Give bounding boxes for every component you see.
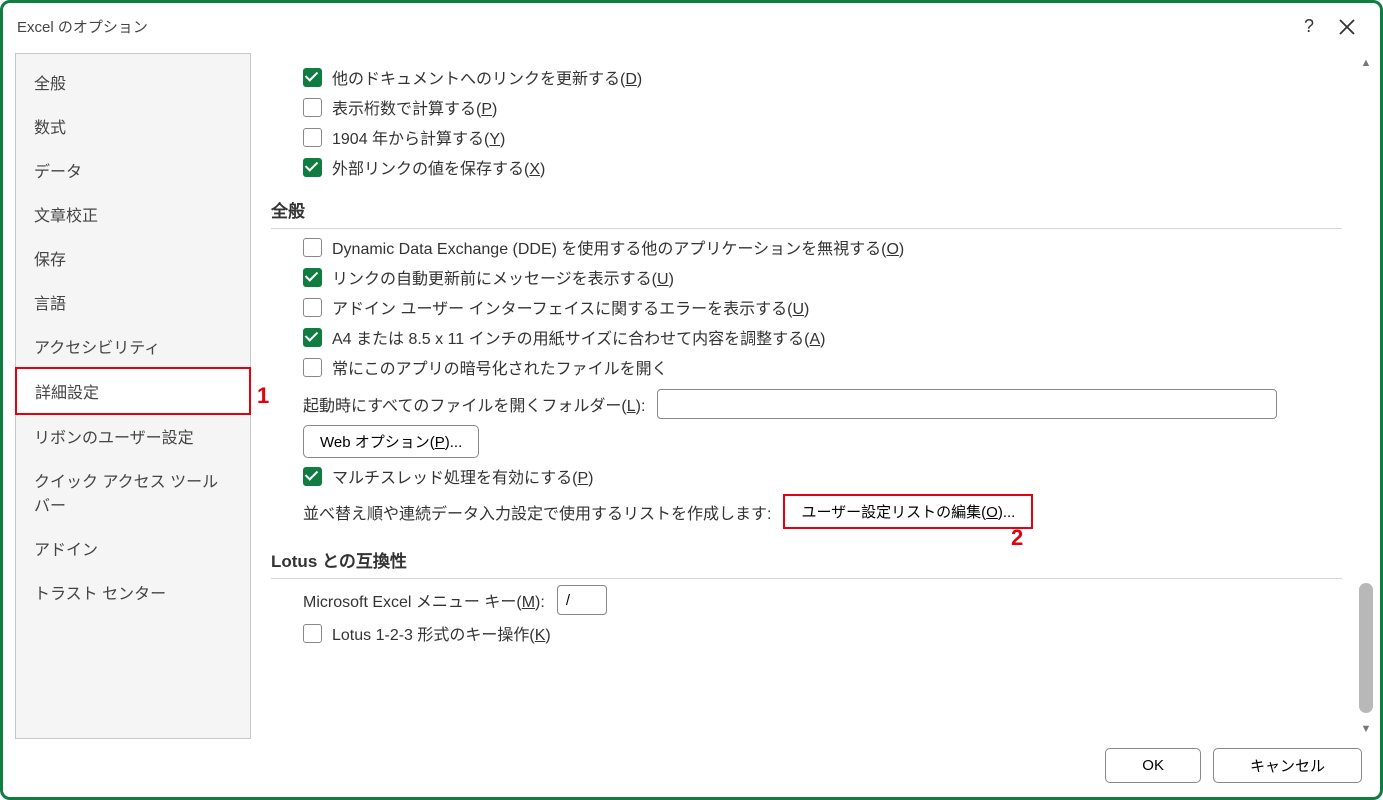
cb-label: マルチスレッド処理を有効にする(P) bbox=[332, 464, 594, 488]
cb-save-ext-links[interactable] bbox=[303, 158, 322, 177]
web-options-button[interactable]: Web オプション(P)... bbox=[303, 425, 479, 458]
cb-addin-ui-errors[interactable] bbox=[303, 298, 322, 317]
scroll-down-icon[interactable]: ▼ bbox=[1356, 719, 1376, 739]
cb-scale-a4[interactable] bbox=[303, 328, 322, 347]
sidebar-item-label: 全般 bbox=[34, 76, 66, 93]
sidebar-item-qat[interactable]: クイック アクセス ツール バー bbox=[16, 458, 250, 526]
help-button[interactable]: ? bbox=[1290, 11, 1328, 43]
cb-label: アドイン ユーザー インターフェイスに関するエラーを表示する(U) bbox=[332, 295, 809, 319]
sidebar-item-label: クイック アクセス ツール バー bbox=[34, 474, 218, 515]
cb-label: Dynamic Data Exchange (DDE) を使用する他のアプリケー… bbox=[332, 235, 904, 259]
section-header-general: 全般 bbox=[271, 197, 1342, 229]
sidebar-item-trust[interactable]: トラスト センター bbox=[16, 570, 250, 614]
cancel-button[interactable]: キャンセル bbox=[1213, 748, 1362, 783]
close-icon bbox=[1339, 19, 1355, 35]
cb-1904[interactable] bbox=[303, 128, 322, 147]
cb-lotus-keys[interactable] bbox=[303, 624, 322, 643]
sidebar-item-label: アドイン bbox=[34, 542, 98, 559]
annotation-marker-2: 2 bbox=[1011, 525, 1023, 551]
custom-list-label: 並べ替え順や連続データ入力設定で使用するリストを作成します: bbox=[303, 500, 771, 524]
scroll-up-icon[interactable]: ▲ bbox=[1356, 53, 1376, 73]
sidebar-item-save[interactable]: 保存 bbox=[16, 236, 250, 280]
sidebar-item-label: 保存 bbox=[34, 252, 66, 269]
sidebar-item-ribbon[interactable]: リボンのユーザー設定 bbox=[16, 414, 250, 458]
general-group: Dynamic Data Exchange (DDE) を使用する他のアプリケー… bbox=[281, 235, 1342, 529]
sidebar-item-label: データ bbox=[34, 164, 82, 181]
menu-key-label: Microsoft Excel メニュー キー(M): bbox=[303, 588, 545, 612]
sidebar-item-formulas[interactable]: 数式 bbox=[16, 104, 250, 148]
ok-button[interactable]: OK bbox=[1105, 748, 1201, 783]
sidebar-item-label: 数式 bbox=[34, 120, 66, 137]
dialog-title: Excel のオプション bbox=[17, 16, 1290, 37]
cb-ignore-dde[interactable] bbox=[303, 238, 322, 257]
cb-multithread[interactable] bbox=[303, 467, 322, 486]
vertical-scrollbar[interactable]: ▲ ▼ bbox=[1356, 53, 1376, 739]
sidebar-item-data[interactable]: データ bbox=[16, 148, 250, 192]
sidebar-item-label: トラスト センター bbox=[34, 586, 166, 603]
close-button[interactable] bbox=[1328, 11, 1366, 43]
cb-update-links[interactable] bbox=[303, 68, 322, 87]
titlebar: Excel のオプション ? bbox=[3, 3, 1380, 45]
cb-link-update-msg[interactable] bbox=[303, 268, 322, 287]
cb-label: 常にこのアプリの暗号化されたファイルを開く bbox=[332, 355, 668, 379]
sidebar-item-addins[interactable]: アドイン bbox=[16, 526, 250, 570]
cb-label: リンクの自動更新前にメッセージを表示する(U) bbox=[332, 265, 674, 289]
sidebar-item-label: 詳細設定 bbox=[35, 385, 99, 402]
sidebar-item-general[interactable]: 全般 bbox=[16, 60, 250, 104]
cb-label: 外部リンクの値を保存する(X) bbox=[332, 155, 545, 179]
content-panel: 他のドキュメントへのリンクを更新する(D) 表示桁数で計算する(P) 1904 … bbox=[251, 53, 1368, 739]
startup-folder-label: 起動時にすべてのファイルを開くフォルダー(L): bbox=[303, 392, 645, 416]
cb-precision[interactable] bbox=[303, 98, 322, 117]
sidebar-item-label: 言語 bbox=[34, 296, 66, 313]
sidebar-item-advanced[interactable]: 詳細設定 bbox=[15, 367, 251, 415]
excel-options-dialog: Excel のオプション ? 全般 数式 データ 文章校正 保存 言語 アクセシ… bbox=[0, 0, 1383, 800]
cb-label: 1904 年から計算する(Y) bbox=[332, 125, 505, 149]
sidebar: 全般 数式 データ 文章校正 保存 言語 アクセシビリティ 詳細設定 リボンのユ… bbox=[15, 53, 251, 739]
cb-label: A4 または 8.5 x 11 インチの用紙サイズに合わせて内容を調整する(A) bbox=[332, 325, 826, 349]
sidebar-item-language[interactable]: 言語 bbox=[16, 280, 250, 324]
dialog-body: 全般 数式 データ 文章校正 保存 言語 アクセシビリティ 詳細設定 リボンのユ… bbox=[15, 53, 1368, 739]
cb-label: 表示桁数で計算する(P) bbox=[332, 95, 497, 119]
sidebar-item-label: アクセシビリティ bbox=[34, 340, 160, 357]
sidebar-item-proofing[interactable]: 文章校正 bbox=[16, 192, 250, 236]
edit-custom-lists-button[interactable]: ユーザー設定リストの編集(O)... bbox=[783, 494, 1033, 529]
sidebar-item-label: 文章校正 bbox=[34, 208, 98, 225]
menu-key-input[interactable] bbox=[557, 585, 607, 615]
sidebar-item-accessibility[interactable]: アクセシビリティ bbox=[16, 324, 250, 368]
scrollbar-thumb[interactable] bbox=[1359, 583, 1373, 713]
sidebar-item-label: リボンのユーザー設定 bbox=[34, 430, 194, 447]
cb-open-encrypted[interactable] bbox=[303, 358, 322, 377]
cb-label: 他のドキュメントへのリンクを更新する(D) bbox=[332, 65, 642, 89]
section-header-lotus: Lotus との互換性 bbox=[271, 547, 1342, 579]
lotus-group: Microsoft Excel メニュー キー(M): Lotus 1-2-3 … bbox=[281, 585, 1342, 645]
startup-folder-input[interactable] bbox=[657, 389, 1277, 419]
cb-label: Lotus 1-2-3 形式のキー操作(K) bbox=[332, 621, 551, 645]
calc-group: 他のドキュメントへのリンクを更新する(D) 表示桁数で計算する(P) 1904 … bbox=[281, 65, 1342, 179]
dialog-footer: OK キャンセル bbox=[1105, 748, 1362, 783]
